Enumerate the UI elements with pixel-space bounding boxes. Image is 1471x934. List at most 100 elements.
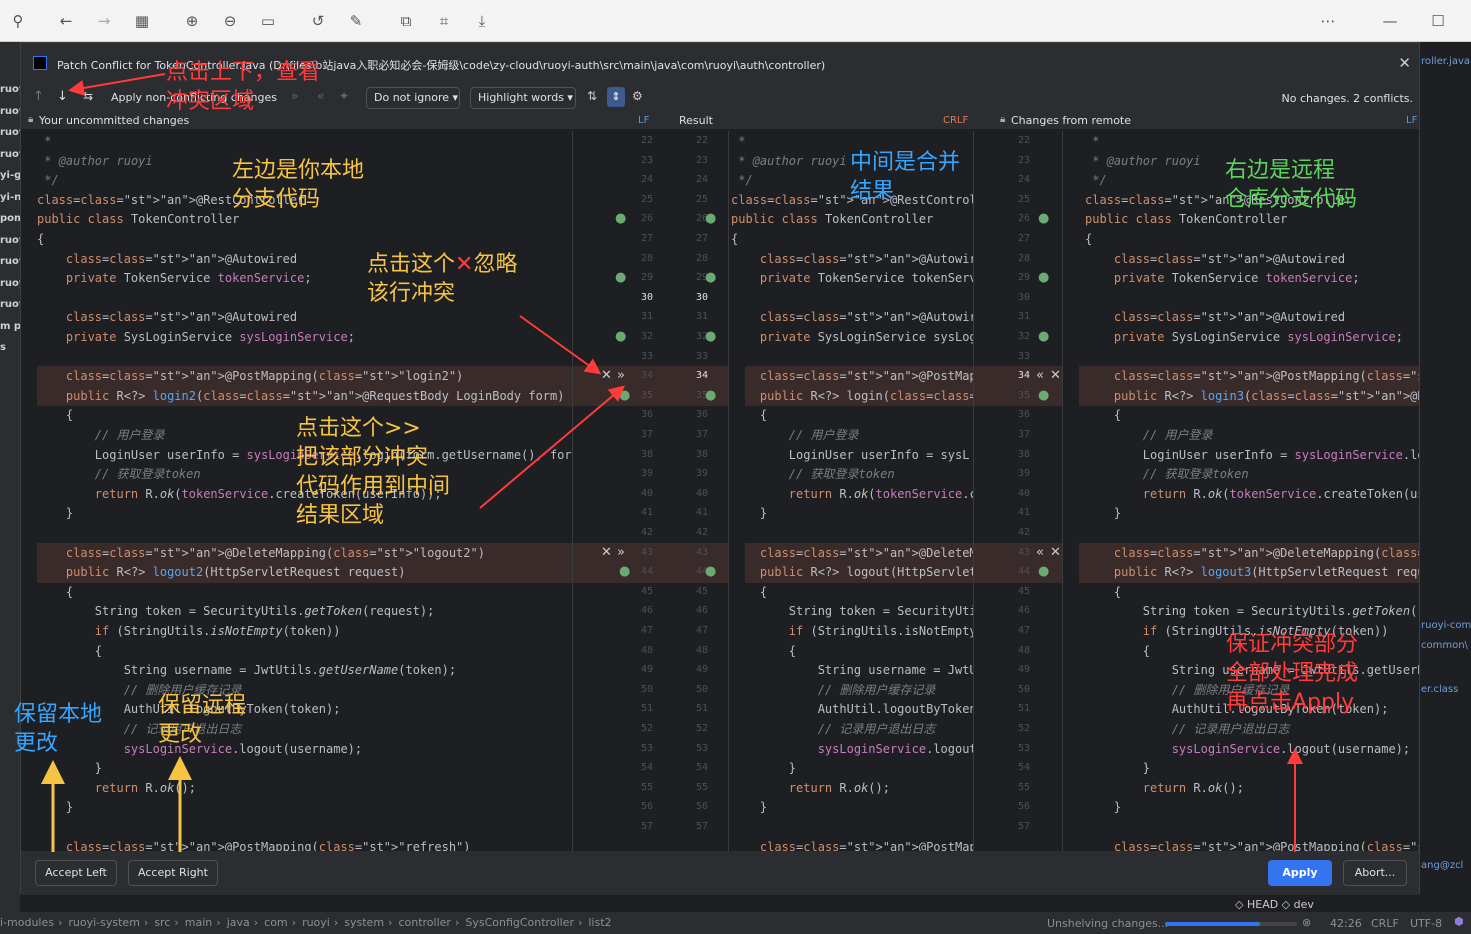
code-line: class=class="st">"an">@Autowired xyxy=(1113,310,1346,325)
breadcrumb-item[interactable]: main xyxy=(185,916,212,929)
apply-non-conflicting-icon[interactable]: ⇆ xyxy=(83,89,93,103)
project-tree-item[interactable]: ruoy xyxy=(0,149,22,160)
pin-icon[interactable]: ⚲ xyxy=(6,9,30,33)
next-conflict-icon[interactable]: ↓ xyxy=(57,89,68,104)
project-tree-item[interactable]: ruoy xyxy=(0,256,22,267)
chevron-right-icon: › xyxy=(333,916,339,929)
vcs-head[interactable]: ◇ HEAD ◇ dev xyxy=(1235,898,1314,911)
endpoint-gutter-icon[interactable]: ● xyxy=(619,564,630,580)
endpoint-gutter-icon[interactable]: ● xyxy=(705,564,716,580)
endpoint-gutter-icon[interactable]: ● xyxy=(1038,564,1049,580)
breadcrumb-item[interactable]: com xyxy=(264,916,288,929)
magic-resolve-icon[interactable]: ✦ xyxy=(339,89,349,103)
result-editor[interactable]: * * @author ruoyi */ class=class="st">"an… xyxy=(729,131,973,851)
breadcrumb-item[interactable]: list2 xyxy=(588,916,611,929)
endpoint-gutter-icon[interactable]: ● xyxy=(619,388,630,404)
ignore-dropdown[interactable]: Do not ignore ▾ xyxy=(366,87,460,109)
zoom-in-icon[interactable]: ⊕ xyxy=(180,9,204,33)
edit-icon[interactable]: ✎ xyxy=(344,9,368,33)
sync-scroll-icon[interactable]: ⇕ xyxy=(607,87,625,107)
project-tree-item[interactable]: s xyxy=(0,342,22,353)
bean-gutter-icon[interactable]: ● xyxy=(1038,211,1049,227)
breadcrumb-item[interactable]: controller xyxy=(398,916,450,929)
apply-button[interactable]: Apply xyxy=(1268,860,1332,886)
project-tree-item[interactable]: ruoy xyxy=(0,235,22,246)
breadcrumb-item[interactable]: ruoyi xyxy=(302,916,330,929)
ignore-conflict-icon[interactable]: ✕ xyxy=(601,368,612,384)
breadcrumb-item[interactable]: SysConfigController xyxy=(465,916,574,929)
bean-gutter-icon[interactable]: ● xyxy=(615,211,626,227)
apply-right-change-icon[interactable]: « xyxy=(1036,368,1044,384)
abort-button[interactable]: Abort... xyxy=(1343,860,1407,886)
close-icon[interactable]: ✕ xyxy=(1398,54,1411,72)
line-number: 26 xyxy=(695,213,708,225)
fit-icon[interactable]: ▭ xyxy=(256,9,280,33)
cancel-progress-icon[interactable]: ⊗ xyxy=(1302,916,1311,929)
breadcrumb-item[interactable]: system xyxy=(344,916,384,929)
bean-gutter-icon[interactable]: ● xyxy=(1038,270,1049,286)
project-tree-item[interactable]: ruoy xyxy=(0,106,22,117)
ignore-conflict-icon[interactable]: ✕ xyxy=(1050,368,1061,384)
apply-left-change-icon[interactable]: » xyxy=(617,368,625,384)
accept-left-button[interactable]: Accept Left xyxy=(35,860,117,886)
bean-gutter-icon[interactable]: ● xyxy=(705,270,716,286)
encoding[interactable]: UTF-8 xyxy=(1410,917,1442,930)
ignore-conflict-icon[interactable]: ✕ xyxy=(601,545,612,561)
more-icon[interactable]: ⋯ xyxy=(1316,9,1340,33)
endpoint-gutter-icon[interactable]: ● xyxy=(1038,388,1049,404)
progress-label: Unshelving changes... xyxy=(1047,917,1169,930)
right-editor[interactable]: * * @author ruoyi */ class=class="st">"an… xyxy=(1063,131,1419,851)
breadcrumb-item[interactable]: java xyxy=(227,916,250,929)
apply-left-change-icon[interactable]: » xyxy=(617,545,625,561)
prev-conflict-icon[interactable]: ↑ xyxy=(33,89,44,104)
ignore-conflict-icon[interactable]: ✕ xyxy=(1050,545,1061,561)
crop-icon[interactable]: ⌗ xyxy=(432,9,456,33)
code-line: LoginUser userInfo = sysL xyxy=(731,447,970,462)
save-icon[interactable]: ⤓ xyxy=(470,9,494,33)
left-line-sep[interactable]: LF xyxy=(638,115,649,126)
line-number: 52 xyxy=(695,723,708,734)
editor-background-text: ruoyi-com xyxy=(1421,620,1471,631)
project-tree-item[interactable]: yi-n xyxy=(0,192,22,203)
settings-icon[interactable]: ⚙ xyxy=(632,89,643,103)
code-line: if (StringUtils.isNotEmpty(token)) xyxy=(94,624,341,638)
copy-icon[interactable]: ⧉ xyxy=(394,9,418,33)
project-tree-item[interactable]: ruoy xyxy=(0,278,22,289)
accept-right-button[interactable]: Accept Right xyxy=(128,860,218,886)
bean-gutter-icon[interactable]: ● xyxy=(705,211,716,227)
project-tree-item[interactable]: m p xyxy=(0,321,22,332)
project-tree-item[interactable]: pom xyxy=(0,213,22,224)
grid-icon[interactable]: ▦ xyxy=(130,9,154,33)
project-tree-item[interactable]: ruoy xyxy=(0,84,22,95)
minimize-icon[interactable]: — xyxy=(1378,9,1402,33)
endpoint-gutter-icon[interactable]: ● xyxy=(705,388,716,404)
line-separator[interactable]: CRLF xyxy=(1371,917,1399,930)
left-gutter: 22 22 23 23 24 24 25 25 26 26 27 27 28 28 29 29 30 30 31 31… xyxy=(572,131,729,851)
forward-icon[interactable]: → xyxy=(92,9,116,33)
caret-position[interactable]: 42:26 xyxy=(1330,917,1362,930)
line-number: 48 xyxy=(695,644,708,656)
project-tree-item[interactable]: yi-g xyxy=(0,170,22,181)
bean-gutter-icon[interactable]: ● xyxy=(705,329,716,345)
code-line: } xyxy=(1085,761,1151,776)
breadcrumb-item[interactable]: i-modules xyxy=(0,916,54,929)
rotate-icon[interactable]: ↺ xyxy=(306,9,330,33)
middle-line-sep[interactable]: CRLF xyxy=(943,115,968,126)
back-icon[interactable]: ← xyxy=(54,9,78,33)
collapse-icon[interactable]: ⇅ xyxy=(587,89,597,103)
breadcrumb-item[interactable]: src xyxy=(154,916,170,929)
project-tree-item[interactable]: ruoy xyxy=(0,299,22,310)
bean-gutter-icon[interactable]: ● xyxy=(1038,329,1049,345)
apply-right-change-icon[interactable]: « xyxy=(1036,545,1044,561)
breadcrumb-item[interactable]: ruoyi-system xyxy=(68,916,140,929)
bean-gutter-icon[interactable]: ● xyxy=(615,329,626,345)
maximize-icon[interactable]: ☐ xyxy=(1426,9,1450,33)
ide-project-panel: ruoy ruoy ruoy ruoy yi-g yi-n pom ruoy ruoy ruoy r… xyxy=(0,42,22,912)
annotation-ignore-mark: ✕ xyxy=(455,252,474,277)
right-line-sep[interactable]: LF xyxy=(1406,115,1417,126)
zoom-out-icon[interactable]: ⊖ xyxy=(218,9,242,33)
highlight-dropdown[interactable]: Highlight words ▾ xyxy=(470,87,576,109)
notifications-icon[interactable]: ⬢ xyxy=(1454,915,1464,928)
project-tree-item[interactable]: ruoy xyxy=(0,127,22,138)
bean-gutter-icon[interactable]: ● xyxy=(615,270,626,286)
